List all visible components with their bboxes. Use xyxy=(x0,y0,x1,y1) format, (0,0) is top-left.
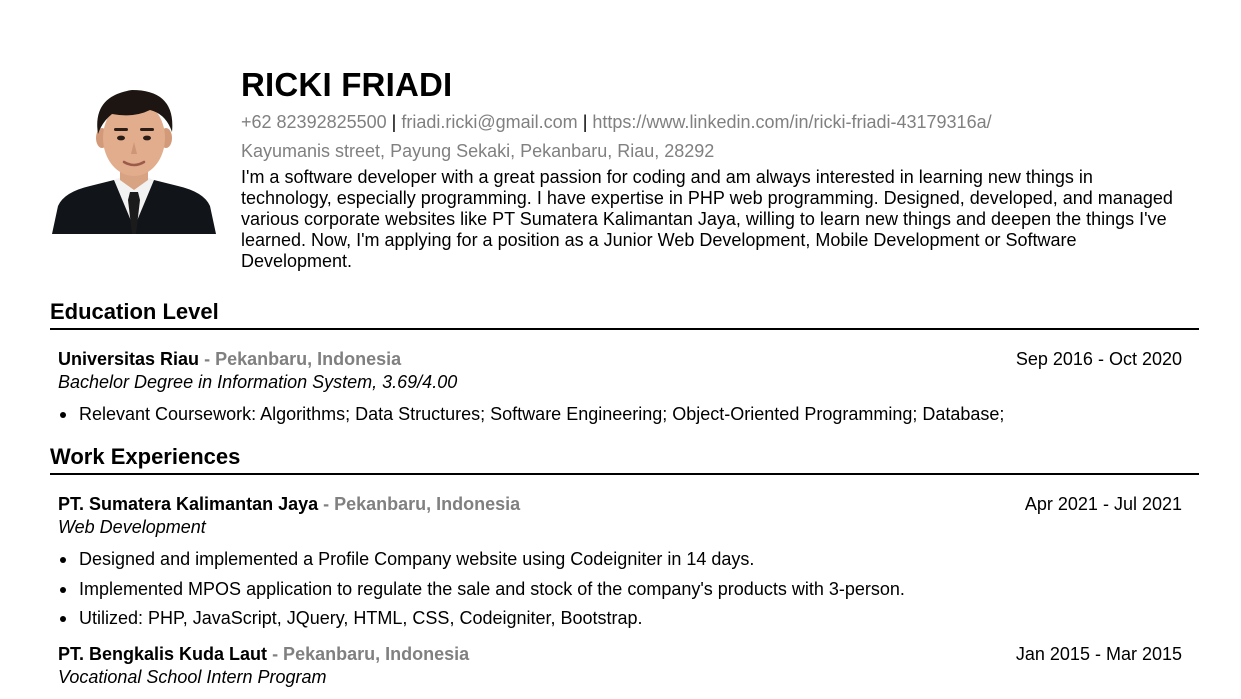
institution-location: - Pekanbaru, Indonesia xyxy=(204,349,402,369)
education-section: Education Level xyxy=(50,298,1199,330)
work-entry: PT. Bengkalis Kuda Laut - Pekanbaru, Ind… xyxy=(58,643,1182,689)
entry-dates: Jan 2015 - Mar 2015 xyxy=(1015,644,1182,664)
job-role: Vocational School Intern Program xyxy=(58,667,327,687)
section-divider xyxy=(50,473,1199,475)
entry-dates: Apr 2021 - Jul 2021 xyxy=(1024,494,1182,514)
education-entry: Universitas Riau - Pekanbaru, Indonesia … xyxy=(58,348,1182,430)
section-title-education: Education Level xyxy=(50,299,219,324)
company-name: PT. Bengkalis Kuda Laut xyxy=(58,644,268,664)
contact-line: +62 82392825500 | friadi.ricki@gmail.com… xyxy=(241,110,1181,134)
address: Kayumanis street, Payung Sekaki, Pekanba… xyxy=(241,141,715,161)
company-name: PT. Sumatera Kalimantan Jaya xyxy=(58,494,319,514)
company-location: - Pekanbaru, Indonesia xyxy=(272,644,470,664)
company-location: - Pekanbaru, Indonesia xyxy=(323,494,521,514)
work-entry: PT. Sumatera Kalimantan Jaya - Pekanbaru… xyxy=(58,493,1182,634)
job-role: Web Development xyxy=(58,517,206,537)
entry-org-line: PT. Sumatera Kalimantan Jaya - Pekanbaru… xyxy=(58,493,520,515)
contact-separator: | xyxy=(391,112,397,132)
entry-header: PT. Bengkalis Kuda Laut - Pekanbaru, Ind… xyxy=(58,643,1182,665)
section-title-work: Work Experiences xyxy=(50,444,241,469)
profile-summary: I'm a software developer with a great pa… xyxy=(241,167,1173,271)
email-link[interactable]: friadi.ricki@gmail.com xyxy=(401,112,577,132)
phone-number: +62 82392825500 xyxy=(241,112,387,132)
degree: Bachelor Degree in Information System, 3… xyxy=(58,372,458,392)
bullet-list: Designed and implemented a Profile Compa… xyxy=(58,545,1182,634)
list-item: Relevant Coursework: Algorithms; Data St… xyxy=(58,400,1182,430)
entry-header: Universitas Riau - Pekanbaru, Indonesia … xyxy=(58,348,1182,370)
bullet-list: Relevant Coursework: Algorithms; Data St… xyxy=(58,400,1182,430)
institution-name: Universitas Riau xyxy=(58,349,200,369)
section-divider xyxy=(50,328,1199,330)
entry-org-line: PT. Bengkalis Kuda Laut - Pekanbaru, Ind… xyxy=(58,643,469,665)
entry-dates: Sep 2016 - Oct 2020 xyxy=(1015,349,1182,369)
linkedin-link[interactable]: https://www.linkedin.com/in/ricki-friadi… xyxy=(592,112,991,132)
entry-org-line: Universitas Riau - Pekanbaru, Indonesia xyxy=(58,348,401,370)
contact-separator: | xyxy=(582,112,588,132)
list-item: Utilized: PHP, JavaScript, JQuery, HTML,… xyxy=(58,604,1182,634)
work-section: Work Experiences xyxy=(50,443,1199,475)
entry-header: PT. Sumatera Kalimantan Jaya - Pekanbaru… xyxy=(58,493,1182,515)
list-item: Implemented MPOS application to regulate… xyxy=(58,575,1182,605)
profile-photo xyxy=(52,88,216,234)
resume-header: RICKI FRIADI +62 82392825500 | friadi.ri… xyxy=(241,66,1181,272)
candidate-name: RICKI FRIADI xyxy=(241,66,453,103)
list-item: Designed and implemented a Profile Compa… xyxy=(58,545,1182,575)
